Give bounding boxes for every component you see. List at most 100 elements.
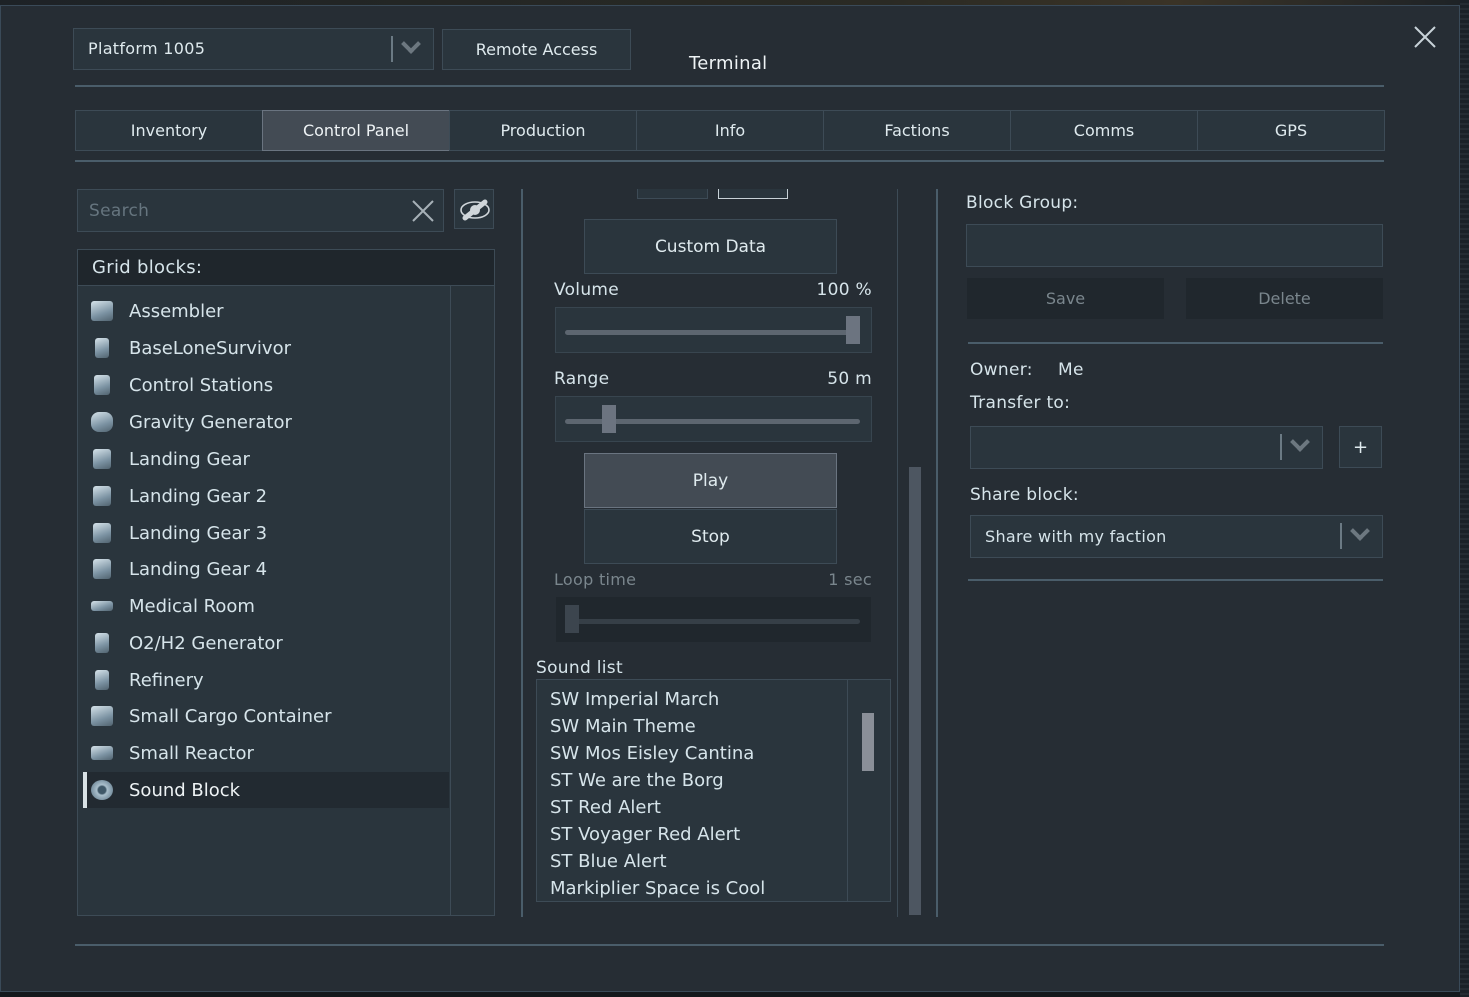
cargo-container-icon [91,706,113,726]
list-item-selected[interactable]: Sound Block [83,772,449,808]
list-item[interactable]: Landing Gear 3 [83,515,449,551]
right-panel-divider-1 [968,342,1383,344]
background-right [1460,0,1469,997]
transfer-to-label: Transfer to: [970,393,1071,413]
terminal-window: Platform 1005 Remote Access Terminal Inv… [0,5,1460,992]
gravity-generator-icon [91,412,113,432]
sound-item[interactable]: Markiplier Space is Cool [550,878,765,899]
sound-list: SW Imperial March SW Main Theme SW Mos E… [536,679,891,902]
range-label: Range [554,369,610,389]
tab-info[interactable]: Info [636,110,824,151]
list-item[interactable]: Small Reactor [83,735,449,771]
partial-control-left [637,189,708,199]
block-group-input[interactable] [966,224,1383,267]
scrollbar-thumb[interactable] [862,713,874,771]
chevron-down-icon [1350,521,1370,541]
dropdown-separator [1280,434,1282,460]
footer-divider [75,944,1384,946]
list-item[interactable]: O2/H2 Generator [83,625,449,661]
loop-time-value: 1 sec [828,570,872,589]
list-item[interactable]: Landing Gear 2 [83,478,449,514]
clear-x-icon[interactable] [411,199,435,223]
list-item[interactable]: Assembler [83,293,449,329]
sound-list-label: Sound list [536,658,623,678]
o2h2-generator-icon [95,633,109,653]
sound-item[interactable]: ST Voyager Red Alert [550,824,740,845]
right-panel-divider-2 [968,579,1383,581]
remote-access-button[interactable]: Remote Access [442,29,631,70]
tab-comms[interactable]: Comms [1010,110,1198,151]
add-transfer-button[interactable]: + [1339,426,1382,468]
sound-item[interactable]: ST We are the Borg [550,770,724,791]
play-button[interactable]: Play [584,453,837,508]
assembler-icon [91,301,113,321]
loop-time-label: Loop time [554,570,637,589]
tab-inventory[interactable]: Inventory [75,110,263,151]
save-button[interactable]: Save [967,278,1164,319]
sound-block-icon [91,780,113,800]
slider-thumb [565,605,579,633]
landing-gear-icon [93,486,111,506]
right-panel-left-border [936,189,938,917]
middle-panel-scrollbar[interactable] [909,467,921,915]
sound-item[interactable]: ST Red Alert [550,797,661,818]
slider-track [565,619,860,624]
dropdown-separator [391,36,393,62]
sound-item[interactable]: ST Blue Alert [550,851,667,872]
landing-gear-icon [93,523,111,543]
list-item[interactable]: Gravity Generator [83,404,449,440]
close-x-icon[interactable] [1412,24,1438,50]
tab-gps[interactable]: GPS [1197,110,1385,151]
tab-production[interactable]: Production [449,110,637,151]
owner-label: Owner: [970,360,1033,380]
middle-panel-left-border [521,189,523,917]
sound-list-scrollbar[interactable] [847,680,890,901]
header-divider [75,85,1384,87]
middle-panel-divider [897,189,898,917]
refinery-icon [95,670,109,690]
reactor-icon [91,746,113,760]
tab-control-panel[interactable]: Control Panel [262,110,450,151]
list-item[interactable]: Landing Gear 4 [83,551,449,587]
tabs-divider [75,160,1384,162]
grid-blocks-header: Grid blocks: [78,250,494,286]
grid-selector-dropdown[interactable]: Platform 1005 [73,28,434,70]
chevron-down-icon [401,34,421,54]
list-item[interactable]: Small Cargo Container [83,698,449,734]
volume-value: 100 % [816,280,872,300]
list-item[interactable]: Medical Room [83,588,449,624]
chevron-down-icon [1290,432,1310,452]
landing-gear-icon [93,449,111,469]
dropdown-separator [1340,523,1342,549]
control-station-icon [94,375,110,395]
sound-item[interactable]: SW Main Theme [550,716,696,737]
range-slider[interactable] [555,396,872,442]
list-item[interactable]: Control Stations [83,367,449,403]
loop-time-slider [556,597,871,642]
list-item[interactable]: BaseLoneSurvivor [83,330,449,366]
eye-hidden-icon [458,197,492,227]
custom-data-button[interactable]: Custom Data [584,219,837,274]
stop-button[interactable]: Stop [584,509,837,564]
grid-blocks-list: Grid blocks: Assembler BaseLoneSurvivor … [77,249,495,916]
grid-blocks-scrollbar[interactable] [450,286,494,915]
grid-selector-value: Platform 1005 [88,39,206,58]
share-block-value: Share with my faction [985,527,1167,546]
sound-item[interactable]: SW Imperial March [550,689,719,710]
slider-thumb[interactable] [846,316,860,344]
list-item[interactable]: Landing Gear [83,441,449,477]
list-item[interactable]: Refinery [83,662,449,698]
landing-gear-icon [93,559,111,579]
search-input[interactable]: Search [77,189,444,232]
slider-thumb[interactable] [601,405,616,433]
delete-button[interactable]: Delete [1186,278,1383,319]
owner-value: Me [1058,360,1084,380]
tab-factions[interactable]: Factions [823,110,1011,151]
volume-slider[interactable] [555,307,872,353]
block-group-label: Block Group: [966,193,1079,213]
partial-control-right [718,189,788,199]
visibility-toggle-button[interactable] [454,189,494,229]
share-block-dropdown[interactable]: Share with my faction [970,515,1383,558]
sound-item[interactable]: SW Mos Eisley Cantina [550,743,754,764]
transfer-to-dropdown[interactable] [970,426,1323,469]
